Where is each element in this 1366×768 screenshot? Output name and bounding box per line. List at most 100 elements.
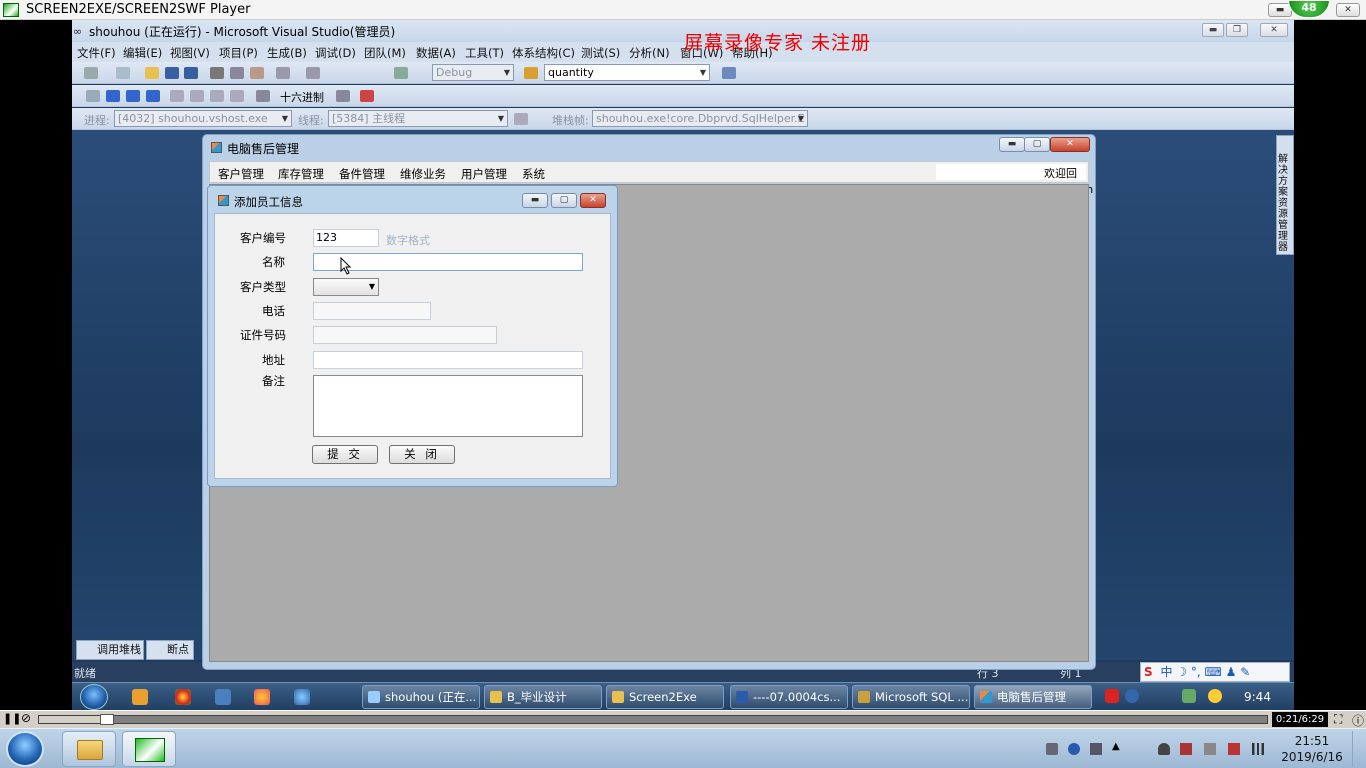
quick-watch-icon[interactable] — [256, 90, 270, 102]
vs-restore-button[interactable]: ❐ — [1226, 23, 1248, 37]
name-input[interactable] — [313, 253, 583, 271]
vs-menu-test[interactable]: 测试(S) — [581, 45, 620, 61]
continue-icon[interactable] — [86, 90, 100, 102]
menu-system[interactable]: 系统 — [522, 166, 545, 182]
security-tray-icon[interactable] — [1180, 743, 1192, 755]
save-icon[interactable] — [165, 67, 179, 79]
vs-menu-analyze[interactable]: 分析(N) — [629, 45, 670, 61]
flag-thread-icon[interactable] — [514, 113, 528, 125]
menu-customer[interactable]: 客户管理 — [218, 166, 264, 182]
address-input[interactable] — [313, 351, 583, 369]
task-sql-server[interactable]: Microsoft SQL ... — [852, 685, 970, 709]
progress-track[interactable] — [38, 714, 1268, 725]
break-all-icon[interactable] — [106, 90, 120, 102]
pause-icon[interactable]: ❚❚ — [3, 712, 21, 725]
vs-menu-build[interactable]: 生成(B) — [267, 45, 307, 61]
help-tray-icon[interactable] — [1068, 743, 1080, 755]
open-file-icon[interactable] — [145, 67, 159, 79]
paste-icon[interactable] — [250, 67, 264, 79]
vs-menu-debug[interactable]: 调试(D) — [315, 45, 356, 61]
vs-menu-project[interactable]: 项目(P) — [219, 45, 258, 61]
start-orb-icon[interactable] — [80, 684, 108, 710]
app-close-button[interactable]: ✕ — [1050, 137, 1090, 152]
customer-id-input[interactable]: 123 — [313, 229, 379, 247]
step-out-icon[interactable] — [230, 90, 244, 102]
save-all-icon[interactable] — [184, 67, 198, 79]
hex-display-button[interactable]: 十六进制 — [280, 89, 324, 105]
vs-menu-architecture[interactable]: 体系结构(C) — [512, 45, 575, 61]
task-screen2exe[interactable]: Screen2Exe — [606, 685, 724, 709]
solution-config-combo[interactable]: Debug ▼ — [432, 64, 514, 81]
tab-call-stack[interactable]: 调用堆栈 — [76, 640, 144, 660]
host-explorer-button[interactable] — [62, 731, 116, 767]
vs-menu-file[interactable]: 文件(F) — [77, 45, 116, 61]
menu-parts[interactable]: 备件管理 — [339, 166, 385, 182]
menu-repair[interactable]: 维修业务 — [400, 166, 446, 182]
vs-menu-edit[interactable]: 编辑(E) — [123, 45, 162, 61]
network-tray-icon[interactable] — [1182, 689, 1196, 703]
chrome-icon[interactable] — [175, 689, 191, 705]
show-next-statement-icon[interactable] — [170, 90, 184, 102]
progress-thumb[interactable] — [99, 714, 114, 725]
task-visual-studio[interactable]: shouhou (正在... — [362, 685, 480, 709]
vs-minimize-button[interactable]: ▬ — [1202, 23, 1224, 37]
firefox-icon[interactable] — [254, 689, 270, 705]
close-button[interactable]: 关 闭 — [389, 445, 455, 464]
notification-tray-icon[interactable] — [1158, 743, 1170, 755]
ime-tray-icon[interactable] — [1090, 743, 1102, 755]
show-desktop-icon[interactable] — [132, 689, 148, 705]
note-textarea[interactable] — [313, 375, 583, 437]
host-clock[interactable]: 21:51 2019/6/16 — [1280, 733, 1344, 765]
network-alert-icon[interactable] — [1228, 743, 1240, 755]
stack-frame-combo[interactable]: shouhou.exe!core.Dbprvd.SqlHelper.E ▼ — [592, 110, 808, 127]
app-maximize-button[interactable]: ▢ — [1024, 137, 1050, 152]
task-graduation-folder[interactable]: B_毕业设计 — [484, 685, 602, 709]
start-debug-icon[interactable] — [394, 67, 408, 79]
player-close-button[interactable]: ✕ — [1336, 3, 1360, 17]
step-over-icon[interactable] — [210, 90, 224, 102]
solution-explorer-icon[interactable] — [722, 67, 736, 79]
process-combo[interactable]: [4032] shouhou.vshost.exe ▼ — [114, 110, 292, 127]
signal-bars-icon[interactable] — [1252, 743, 1264, 755]
show-desktop-button[interactable] — [1352, 731, 1364, 767]
explorer-icon[interactable] — [215, 689, 231, 705]
vs-close-button[interactable]: ✕ — [1260, 23, 1288, 37]
redo-icon[interactable] — [306, 67, 320, 79]
dialog-minimize-button[interactable]: ▬ — [522, 193, 548, 208]
tray-expand-icon[interactable]: ▲ — [1112, 741, 1120, 752]
copy-icon[interactable] — [230, 67, 244, 79]
stop-icon[interactable]: ⊘ — [21, 711, 31, 725]
stop-debug-icon[interactable] — [126, 90, 140, 102]
breakpoints-window-icon[interactable] — [360, 90, 374, 102]
customer-type-select[interactable]: ▼ — [313, 278, 379, 296]
cut-icon[interactable] — [210, 67, 224, 79]
solution-explorer-tab[interactable]: 解决方案资源管理器 — [1276, 135, 1294, 255]
ie-icon[interactable] — [294, 689, 310, 705]
host-player-button[interactable] — [122, 731, 176, 767]
find-combo[interactable]: quantity ▼ — [544, 64, 710, 81]
vs-menu-team[interactable]: 团队(M) — [364, 45, 406, 61]
thread-combo[interactable]: [5384] 主线程 ▼ — [328, 110, 508, 127]
dialog-close-button[interactable]: ✕ — [580, 193, 606, 208]
vs-menu-view[interactable]: 视图(V) — [170, 45, 210, 61]
qq-tray-icon[interactable] — [1208, 689, 1222, 703]
tab-breakpoints[interactable]: 断点 — [146, 640, 194, 660]
help-tray-icon[interactable] — [1125, 689, 1139, 703]
vs-menu-tools[interactable]: 工具(T) — [465, 45, 504, 61]
undo-icon[interactable] — [276, 67, 290, 79]
app-minimize-button[interactable]: ▬ — [999, 137, 1025, 152]
submit-button[interactable]: 提 交 — [312, 445, 378, 464]
info-icon[interactable]: ⓘ — [1352, 712, 1364, 729]
ime-toolbar[interactable]: S 中 ☽ °, ⌨ ♟ ✎ — [1140, 662, 1290, 682]
menu-inventory[interactable]: 库存管理 — [278, 166, 324, 182]
keyboard-tray-icon[interactable] — [1046, 743, 1058, 755]
task-after-sales-app[interactable]: 电脑售后管理 — [974, 685, 1092, 709]
fullscreen-icon[interactable]: ⛶ — [1334, 712, 1342, 727]
volume-muted-icon[interactable] — [1204, 743, 1216, 755]
threads-icon[interactable] — [336, 90, 350, 102]
menu-users[interactable]: 用户管理 — [461, 166, 507, 182]
step-into-icon[interactable] — [190, 90, 204, 102]
task-word-doc[interactable]: ----07.0004cs... — [730, 685, 848, 709]
phone-input[interactable] — [313, 302, 431, 320]
vs-menu-data[interactable]: 数据(A) — [416, 45, 456, 61]
